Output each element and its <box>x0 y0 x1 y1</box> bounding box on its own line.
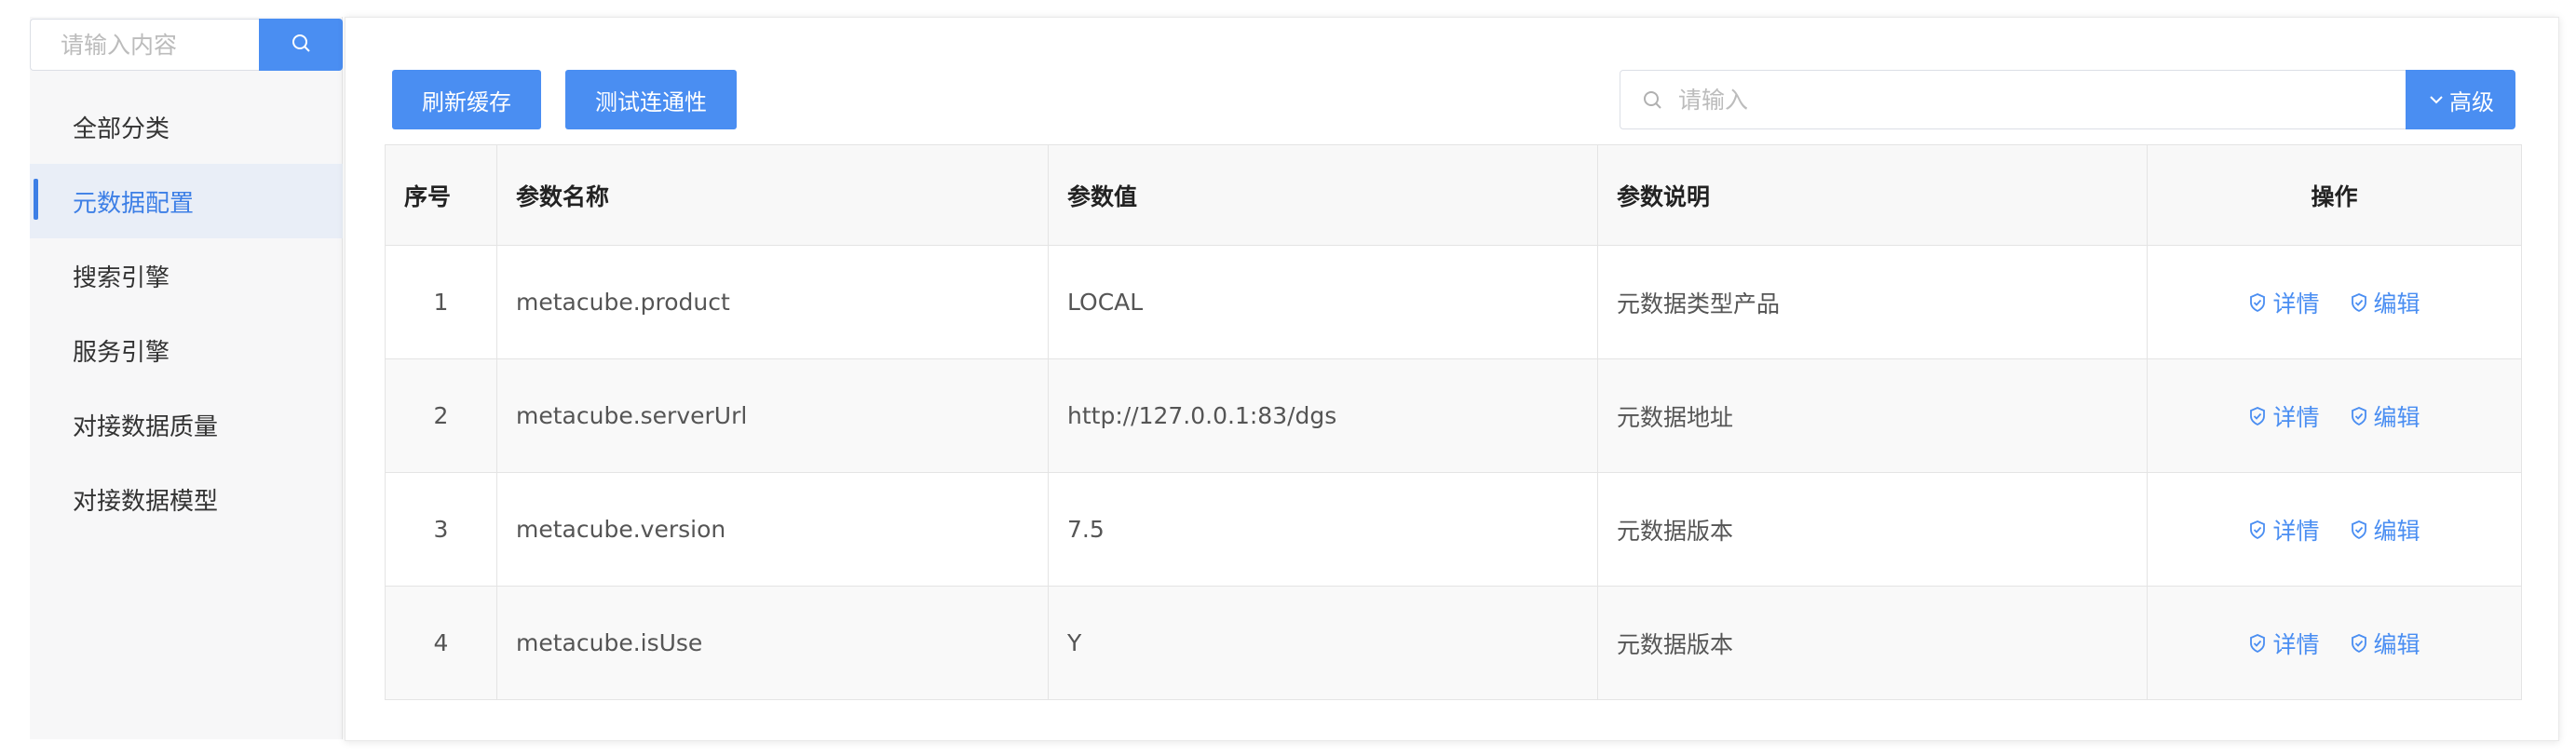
col-header-index: 序号 <box>385 144 497 246</box>
detail-link[interactable]: 详情 <box>2248 286 2320 319</box>
cell-desc: 元数据地址 <box>1597 358 2148 473</box>
cell-desc: 元数据版本 <box>1597 586 2148 700</box>
col-header-value: 参数值 <box>1048 144 1598 246</box>
cell-ops: 详情 编辑 <box>2147 586 2522 700</box>
params-table: 序号 参数名称 参数值 参数说明 操作 1 metacube.product L… <box>385 144 2522 700</box>
shield-check-icon <box>2350 633 2368 654</box>
refresh-cache-button[interactable]: 刷新缓存 <box>392 70 541 129</box>
edit-link[interactable]: 编辑 <box>2350 627 2420 660</box>
edit-label: 编辑 <box>2373 517 2420 545</box>
cell-ops: 详情 编辑 <box>2147 358 2522 473</box>
sidebar-menu: 全部分类 元数据配置 搜索引擎 服务引擎 对接数据质量 对接数据模型 <box>30 89 343 536</box>
table-header-row: 序号 参数名称 参数值 参数说明 操作 <box>385 144 2522 246</box>
table-row: 3 metacube.version 7.5 元数据版本 详情 编辑 <box>385 472 2522 587</box>
shield-check-icon <box>2248 633 2267 654</box>
search-input[interactable] <box>1665 72 2407 128</box>
col-header-desc: 参数说明 <box>1597 144 2148 246</box>
shield-check-icon <box>2248 292 2267 313</box>
edit-label: 编辑 <box>2373 630 2420 658</box>
cell-value: LOCAL <box>1048 245 1598 359</box>
detail-link[interactable]: 详情 <box>2248 627 2320 660</box>
cell-name: metacube.version <box>496 472 1049 587</box>
cell-value: Y <box>1048 586 1598 700</box>
sidebar-search <box>30 19 343 71</box>
edit-link[interactable]: 编辑 <box>2350 399 2420 433</box>
table-row: 2 metacube.serverUrl http://127.0.0.1:83… <box>385 358 2522 473</box>
search-icon <box>290 32 312 58</box>
shield-check-icon <box>2248 520 2267 540</box>
cell-name: metacube.product <box>496 245 1049 359</box>
edit-label: 编辑 <box>2373 290 2420 317</box>
shield-check-icon <box>2248 406 2267 426</box>
sidebar-item-all[interactable]: 全部分类 <box>30 89 343 164</box>
sidebar-item-label: 对接数据模型 <box>73 487 219 516</box>
sidebar-item-label: 对接数据质量 <box>73 412 219 441</box>
sidebar: 全部分类 元数据配置 搜索引擎 服务引擎 对接数据质量 对接数据模型 <box>30 17 343 739</box>
main-panel: 刷新缓存 测试连通性 高级 序号 <box>345 17 2559 741</box>
sidebar-item-label: 全部分类 <box>73 115 170 143</box>
detail-label: 详情 <box>2272 630 2320 658</box>
detail-label: 详情 <box>2272 403 2320 431</box>
top-search <box>1620 70 2407 129</box>
advanced-search-button[interactable]: 高级 <box>2406 70 2515 129</box>
cell-value: 7.5 <box>1048 472 1598 587</box>
sidebar-item-label: 服务引擎 <box>73 338 170 367</box>
edit-link[interactable]: 编辑 <box>2350 513 2420 547</box>
cell-desc: 元数据版本 <box>1597 472 2148 587</box>
cell-name: metacube.serverUrl <box>496 358 1049 473</box>
refresh-cache-label: 刷新缓存 <box>422 88 511 115</box>
detail-link[interactable]: 详情 <box>2248 399 2320 433</box>
cell-index: 3 <box>385 472 497 587</box>
sidebar-item-service-engine[interactable]: 服务引擎 <box>30 313 343 387</box>
shield-check-icon <box>2350 520 2368 540</box>
sidebar-item-metadata-config[interactable]: 元数据配置 <box>30 164 343 238</box>
table-row: 4 metacube.isUse Y 元数据版本 详情 编辑 <box>385 586 2522 700</box>
detail-link[interactable]: 详情 <box>2248 513 2320 547</box>
sidebar-search-input[interactable] <box>30 19 259 71</box>
edit-link[interactable]: 编辑 <box>2350 286 2420 319</box>
shield-check-icon <box>2350 292 2368 313</box>
sidebar-item-label: 元数据配置 <box>73 189 195 218</box>
edit-label: 编辑 <box>2373 403 2420 431</box>
search-icon <box>1641 88 1665 112</box>
test-connectivity-button[interactable]: 测试连通性 <box>565 70 737 129</box>
cell-index: 2 <box>385 358 497 473</box>
cell-value: http://127.0.0.1:83/dgs <box>1048 358 1598 473</box>
table-row: 1 metacube.product LOCAL 元数据类型产品 详情 编辑 <box>385 245 2522 359</box>
chevron-down-icon <box>2427 90 2446 109</box>
cell-ops: 详情 编辑 <box>2147 245 2522 359</box>
advanced-label: 高级 <box>2449 88 2494 115</box>
col-header-ops: 操作 <box>2147 144 2522 246</box>
test-connectivity-label: 测试连通性 <box>595 88 707 115</box>
sidebar-item-search-engine[interactable]: 搜索引擎 <box>30 238 343 313</box>
sidebar-item-data-model[interactable]: 对接数据模型 <box>30 462 343 536</box>
sidebar-item-data-quality[interactable]: 对接数据质量 <box>30 387 343 462</box>
shield-check-icon <box>2350 406 2368 426</box>
cell-index: 4 <box>385 586 497 700</box>
detail-label: 详情 <box>2272 290 2320 317</box>
sidebar-search-button[interactable] <box>259 19 343 71</box>
detail-label: 详情 <box>2272 517 2320 545</box>
cell-name: metacube.isUse <box>496 586 1049 700</box>
cell-ops: 详情 编辑 <box>2147 472 2522 587</box>
cell-desc: 元数据类型产品 <box>1597 245 2148 359</box>
sidebar-item-label: 搜索引擎 <box>73 263 170 292</box>
col-header-name: 参数名称 <box>496 144 1049 246</box>
cell-index: 1 <box>385 245 497 359</box>
